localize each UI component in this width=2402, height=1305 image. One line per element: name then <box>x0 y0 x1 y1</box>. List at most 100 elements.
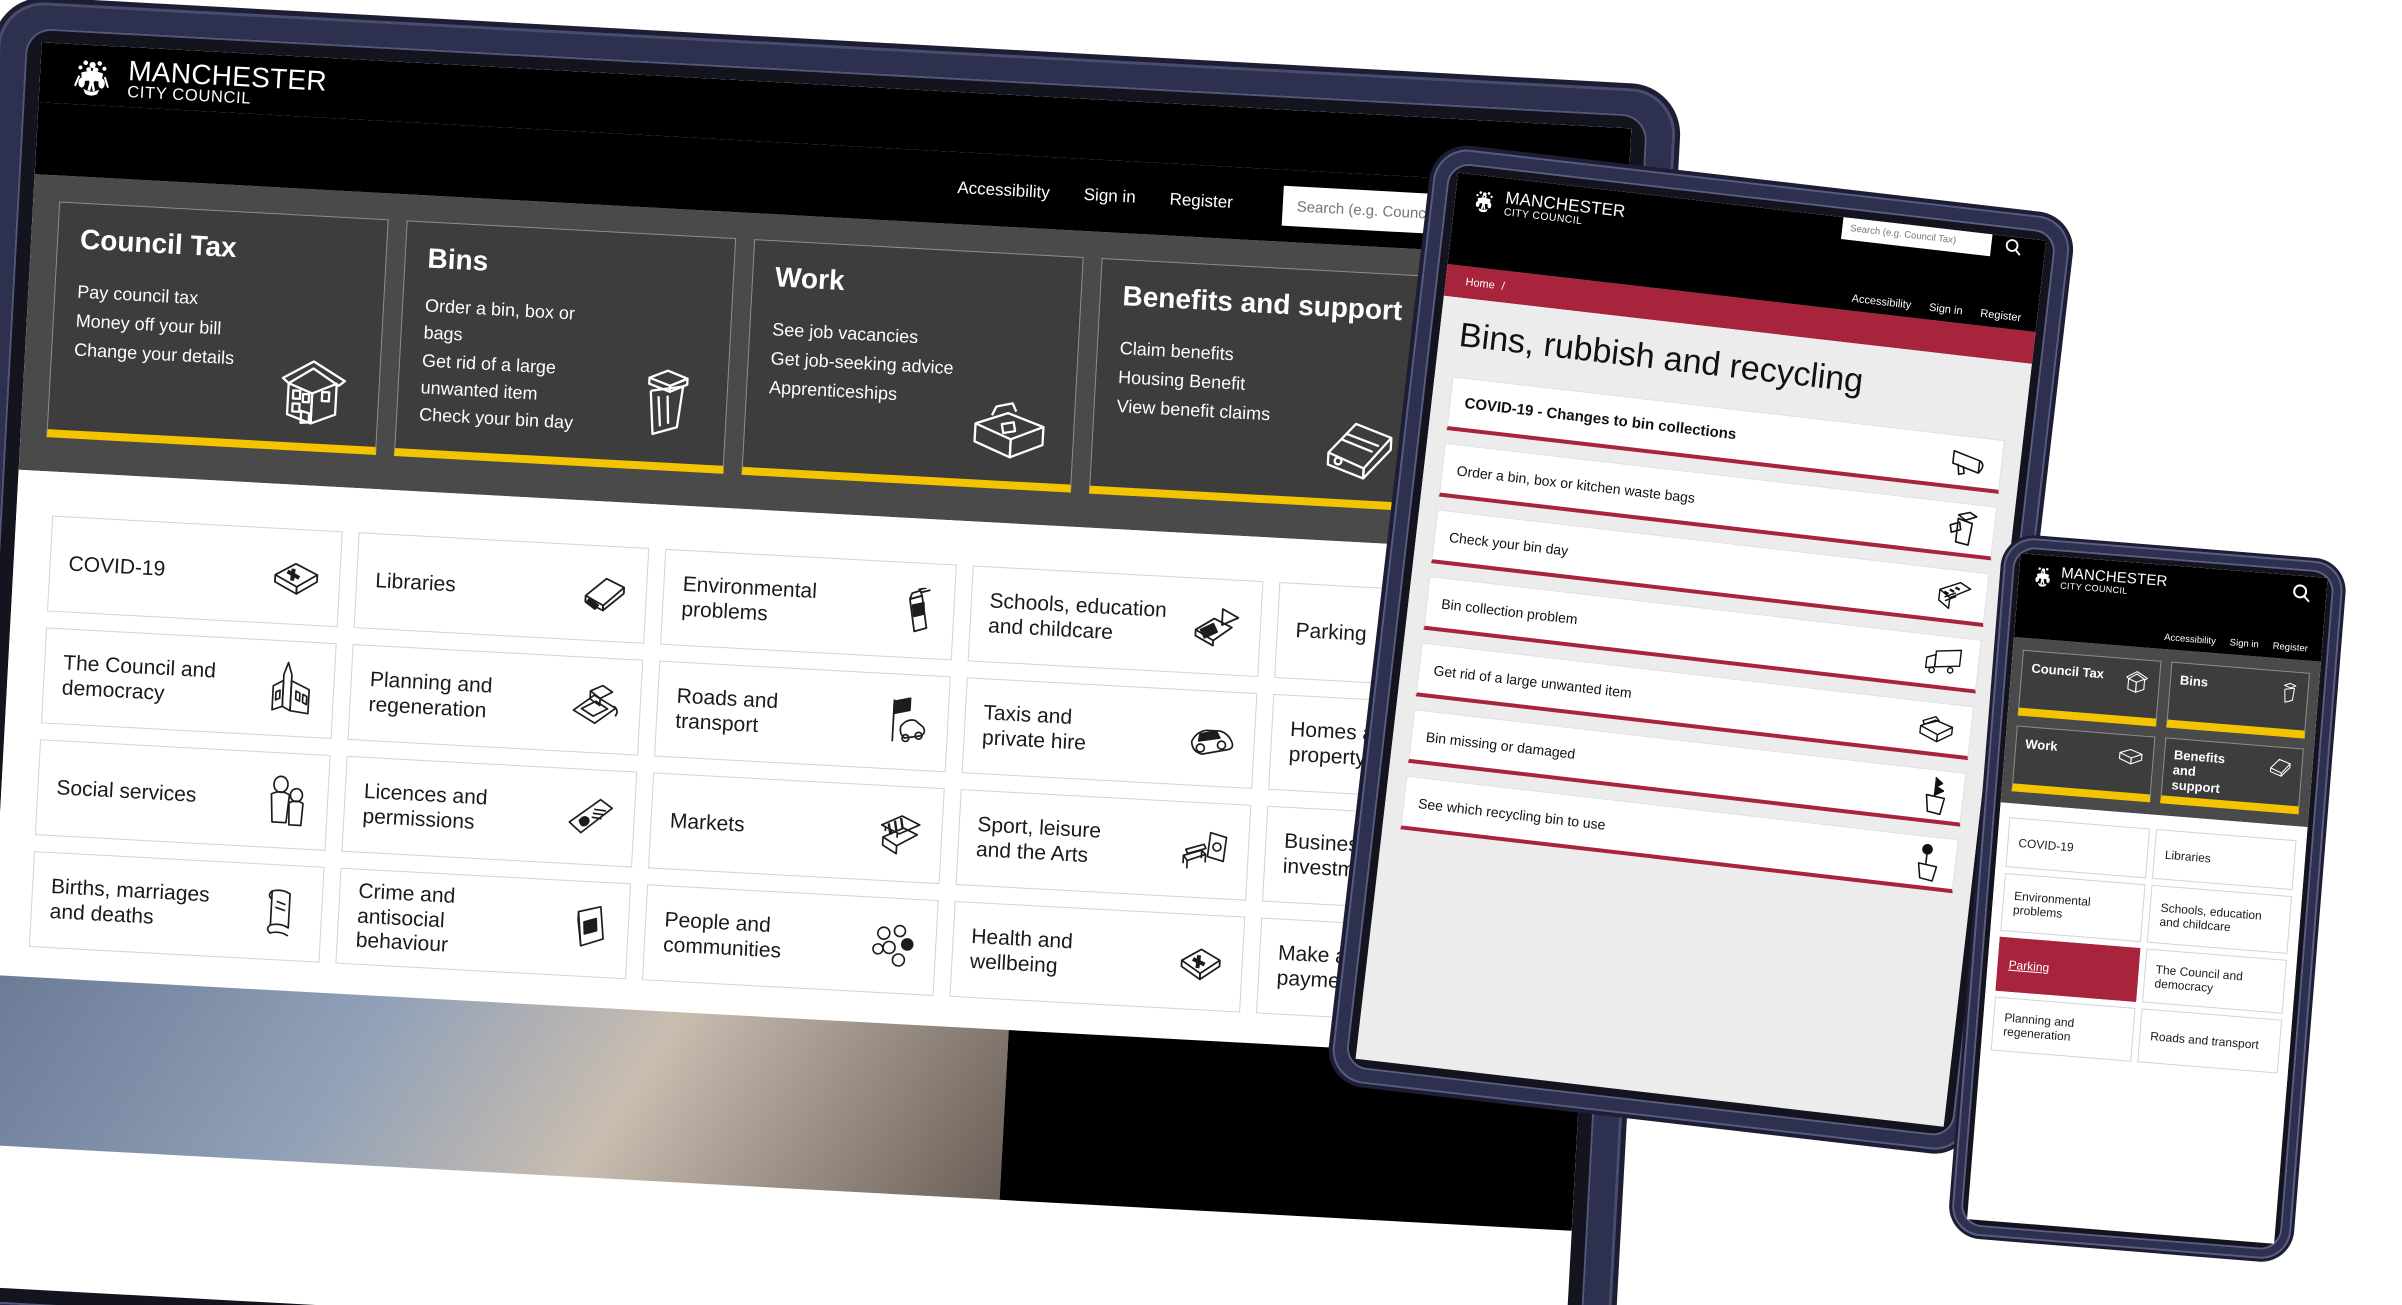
tile-label: Environmental problems <box>680 573 818 626</box>
promo-card-council-tax[interactable]: Council Tax Pay council tax Money off yo… <box>46 201 389 455</box>
tablet-nav-sign-in[interactable]: Sign in <box>1928 302 1963 318</box>
phone-tile-parking[interactable]: Parking <box>1995 936 2141 1002</box>
town-hall-icon <box>266 660 317 719</box>
tile-label: Markets <box>669 809 746 837</box>
promo-title: Benefits and support <box>2171 747 2226 796</box>
tile-label: Libraries <box>2164 847 2212 866</box>
people-care-icon <box>264 774 311 828</box>
coat-of-arms-crest-icon <box>1470 187 1499 215</box>
tile-people-and-communities[interactable]: People and communities <box>642 884 939 996</box>
screenshot-stage: MANCHESTER CITY COUNCIL Accessibility Si… <box>0 0 2402 1305</box>
sofa-icon <box>1915 711 1958 745</box>
tile-covid-19[interactable]: COVID-19 <box>47 515 343 628</box>
phone-tile-covid-19[interactable]: COVID-19 <box>2005 817 2151 879</box>
tile-label: Schools, education and childcare <box>2159 900 2263 935</box>
coat-of-arms-crest-icon <box>2030 564 2056 589</box>
link-row-label: Bin missing or damaged <box>1425 728 1577 762</box>
tile-social-services[interactable]: Social services <box>34 739 331 851</box>
taxi-icon <box>1185 719 1237 758</box>
tile-births-marriages-deaths[interactable]: Births, marriages and deaths <box>28 851 325 963</box>
tile-label: Roads and transport <box>674 684 779 738</box>
tile-sport-leisure-arts[interactable]: Sport, leisure and the Arts <box>955 789 1252 901</box>
wheelie-bin-icon <box>2279 681 2299 706</box>
phone-promo-bins[interactable]: Bins <box>2166 661 2311 739</box>
blueprint-icon <box>569 680 624 731</box>
site-wordmark: MANCHESTER CITY COUNCIL <box>127 55 328 111</box>
tile-taxis-and-private-hire[interactable]: Taxis and private hire <box>961 677 1258 789</box>
phone-promo-council-tax[interactable]: Council Tax <box>2017 649 2162 727</box>
phone-search-icon[interactable] <box>2290 581 2314 605</box>
tile-label: Births, marriages and deaths <box>49 875 211 929</box>
phone-tile-environmental-problems[interactable]: Environmental problems <box>2000 873 2146 943</box>
promo-card-bins[interactable]: Bins Order a bin, box or bags Get rid of… <box>393 220 737 474</box>
tile-environmental-problems[interactable]: Environmental problems <box>660 548 957 661</box>
phone-promo-work[interactable]: Work <box>2011 725 2156 803</box>
tablet-nav-register[interactable]: Register <box>1980 308 2022 325</box>
breadcrumb-home[interactable]: Home <box>1465 276 1496 291</box>
tile-label: Social services <box>55 775 197 807</box>
tile-planning-and-regeneration[interactable]: Planning and regeneration <box>347 644 644 756</box>
phone-promo-benefits[interactable]: Benefits and support <box>2160 737 2304 815</box>
book-icon <box>579 571 629 616</box>
tile-licences-and-permissions[interactable]: Licences and permissions <box>341 755 638 868</box>
recycling-bin-icon <box>1911 840 1943 883</box>
market-stall-icon <box>876 811 924 857</box>
road-sign-car-icon <box>883 695 930 749</box>
briefcase-icon <box>967 397 1050 467</box>
bench-art-icon <box>1178 825 1231 876</box>
link-row-label: Check your bin day <box>1448 528 1570 559</box>
promo-card-work[interactable]: Work See job vacancies Get job-seeking a… <box>741 239 1084 493</box>
tile-schools-education-childcare[interactable]: Schools, education and childcare <box>967 565 1264 678</box>
promo-title: Council Tax <box>2030 660 2105 682</box>
tile-libraries[interactable]: Libraries <box>353 532 650 644</box>
phone-tile-libraries[interactable]: Libraries <box>2151 828 2297 891</box>
wallet-icon <box>2267 756 2293 780</box>
phone-device: MANCHESTER CITY COUNCIL Accessibility Si… <box>1949 536 2345 1262</box>
phone-screen: MANCHESTER CITY COUNCIL Accessibility Si… <box>1967 553 2328 1244</box>
phone-tile-schools-education-childcare[interactable]: Schools, education and childcare <box>2146 884 2293 954</box>
link-row-label: Get rid of a large unwanted item <box>1432 661 1633 701</box>
pencil-book-icon <box>1191 603 1243 650</box>
phone-tile-grid: COVID-19 Libraries Environmental problem… <box>1979 802 2308 1089</box>
tile-label: COVID-19 <box>67 552 166 581</box>
promo-card-benefits[interactable]: Benefits and support Claim benefits Hous… <box>1088 257 1432 512</box>
tile-label: People and communities <box>662 908 782 963</box>
coat-of-arms-crest-icon <box>69 55 115 99</box>
promo-title: Benefits and support <box>1121 280 1404 327</box>
wheelie-bin-icon <box>634 365 698 442</box>
tile-label: The Council and democracy <box>61 651 217 705</box>
megaphone-icon <box>1946 444 1989 478</box>
phone-nav-accessibility[interactable]: Accessibility <box>2164 632 2216 647</box>
tablet-nav-accessibility[interactable]: Accessibility <box>1851 293 1912 312</box>
briefcase-icon <box>2117 744 2145 768</box>
tile-crime-and-antisocial-behaviour[interactable]: Crime and antisocial behaviour <box>335 867 632 980</box>
phone-tile-planning-and-regeneration[interactable]: Planning and regeneration <box>1990 996 2136 1062</box>
tile-label: Taxis and private hire <box>981 701 1087 755</box>
nav-sign-in[interactable]: Sign in <box>1083 185 1136 208</box>
nav-register[interactable]: Register <box>1169 190 1233 213</box>
link-row-label: See which recycling bin to use <box>1417 794 1607 833</box>
tile-label: Planning and regeneration <box>2002 1010 2075 1044</box>
first-aid-icon <box>1176 940 1224 984</box>
breadcrumb-separator: / <box>1500 280 1506 293</box>
tablet-screen: MANCHESTER CITY COUNCIL Accessibility Si… <box>1355 172 2047 1127</box>
tile-council-and-democracy[interactable]: The Council and democracy <box>40 627 337 740</box>
calendar-icon <box>1932 576 1974 614</box>
phone-tile-council-and-democracy[interactable]: The Council and democracy <box>2142 948 2287 1014</box>
nav-accessibility[interactable]: Accessibility <box>957 178 1050 203</box>
tablet-link-list: COVID-19 - Changes to bin collections Or… <box>1382 360 2025 896</box>
tablet-search-icon[interactable] <box>2002 236 2024 258</box>
tile-label: COVID-19 <box>2017 835 2075 855</box>
phone-nav-sign-in[interactable]: Sign in <box>2229 637 2259 650</box>
tile-markets[interactable]: Markets <box>648 772 945 885</box>
phone-nav-register[interactable]: Register <box>2272 641 2308 655</box>
tile-label: Crime and antisocial behaviour <box>355 879 456 957</box>
tablet-device: MANCHESTER CITY COUNCIL Accessibility Si… <box>1328 146 2073 1154</box>
promo-title: Work <box>2024 736 2059 754</box>
house-icon <box>2123 668 2151 694</box>
tile-roads-and-transport[interactable]: Roads and transport <box>654 660 951 773</box>
link-row-label: Bin collection problem <box>1440 595 1579 627</box>
tile-label: Environmental problems <box>2012 888 2092 921</box>
tile-health-and-wellbeing[interactable]: Health and wellbeing <box>949 900 1246 1013</box>
phone-tile-roads-and-transport[interactable]: Roads and transport <box>2137 1008 2283 1074</box>
